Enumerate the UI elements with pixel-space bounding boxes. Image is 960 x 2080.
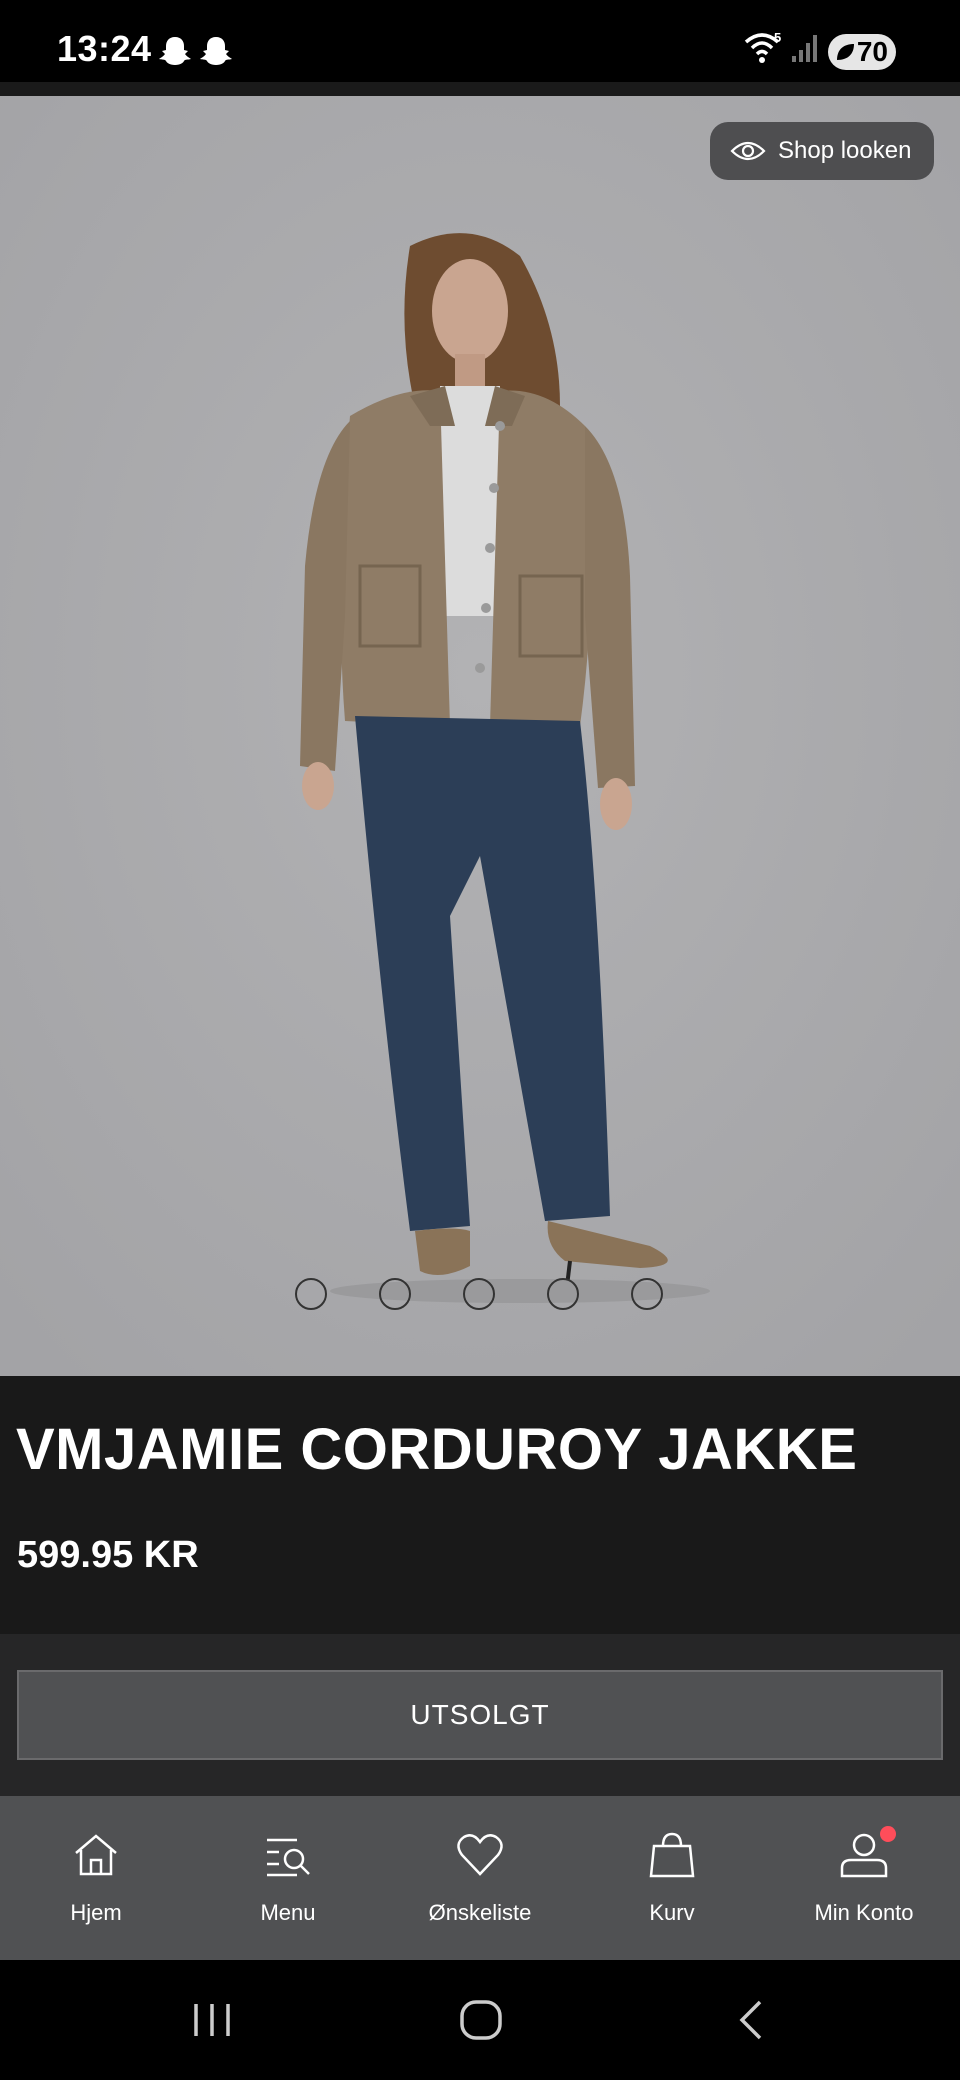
bottom-tab-bar: Hjem Menu Ønskeliste Kurv Min Konto	[0, 1796, 960, 1960]
tab-menu[interactable]: Menu	[192, 1796, 384, 1960]
recents-icon[interactable]	[190, 1996, 236, 2044]
back-icon[interactable]	[730, 1996, 770, 2044]
tab-label: Menu	[260, 1900, 316, 1925]
eye-icon	[730, 141, 766, 161]
tab-label: Ønskeliste	[428, 1900, 532, 1925]
wifi-icon: 5	[744, 30, 781, 63]
tab-label: Min Konto	[814, 1900, 914, 1925]
battery-level: 70	[856, 36, 888, 67]
tab-cart[interactable]: Kurv	[576, 1796, 768, 1960]
product-photo	[0, 96, 960, 1376]
sold-out-button[interactable]: UTSOLGT	[17, 1670, 943, 1760]
bag-icon	[649, 1832, 695, 1878]
purchase-area: UTSOLGT	[0, 1634, 960, 1796]
carousel-dot[interactable]	[379, 1278, 411, 1310]
carousel-indicator	[0, 1278, 960, 1318]
menu-search-icon	[267, 1838, 310, 1877]
battery-saver-icon	[837, 44, 854, 60]
heart-icon	[457, 1834, 503, 1876]
tab-wishlist[interactable]: Ønskeliste	[384, 1796, 576, 1960]
wifi-badge: 5	[774, 30, 781, 45]
status-bar: 13:24 5 70	[0, 0, 960, 82]
tab-home[interactable]: Hjem	[0, 1796, 192, 1960]
notification-dot	[880, 1826, 896, 1842]
tab-label: Hjem	[70, 1900, 122, 1925]
product-title: VMJAMIE CORDUROY JAKKE	[16, 1417, 858, 1482]
product-price: 599.95 KR	[17, 1534, 199, 1576]
battery-indicator: 70	[828, 34, 896, 70]
carousel-dot[interactable]	[631, 1278, 663, 1310]
carousel-dot[interactable]	[295, 1278, 327, 1310]
snapchat-icon	[200, 37, 232, 65]
carousel-dot[interactable]	[547, 1278, 579, 1310]
shop-look-label: Shop looken	[778, 137, 912, 164]
carousel-dot[interactable]	[463, 1278, 495, 1310]
signal-icon	[792, 35, 817, 62]
home-icon	[75, 1834, 117, 1876]
product-info: VMJAMIE CORDUROY JAKKE 599.95 KR	[0, 1376, 960, 1634]
shop-look-button[interactable]: Shop looken	[710, 122, 934, 180]
status-time: 13:24	[57, 28, 152, 69]
header-strip	[0, 82, 960, 96]
system-navigation-bar	[0, 1960, 960, 2080]
tab-account[interactable]: Min Konto	[768, 1796, 960, 1960]
product-image-carousel[interactable]: Shop looken	[0, 96, 960, 1376]
tab-label: Kurv	[649, 1900, 695, 1925]
snapchat-icon	[159, 37, 191, 65]
home-button-icon[interactable]	[458, 1996, 504, 2044]
